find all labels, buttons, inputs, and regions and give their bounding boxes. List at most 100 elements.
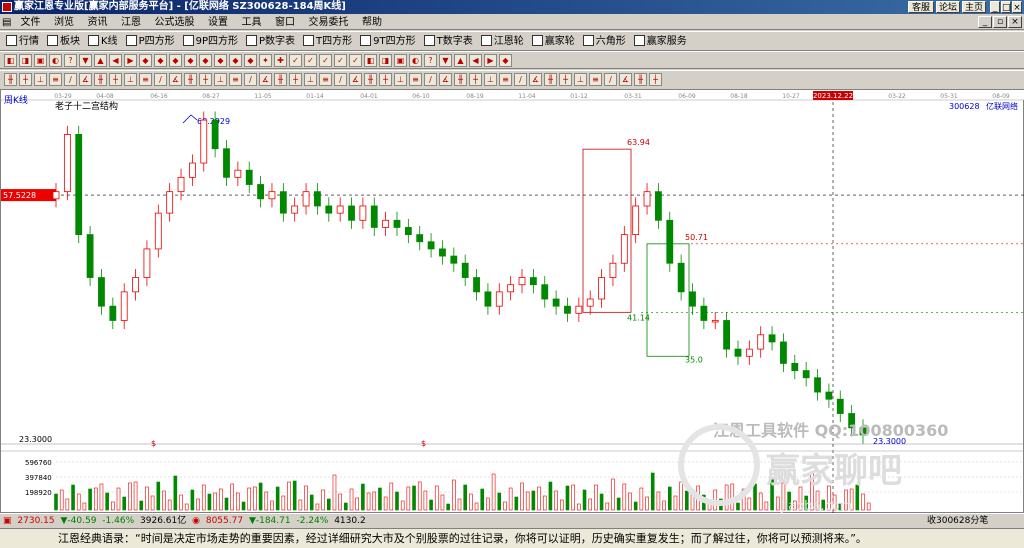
- analysis-tool-icon[interactable]: ≡: [589, 73, 602, 86]
- draw-tool-icon[interactable]: ◆: [229, 54, 242, 67]
- draw-tool-icon[interactable]: ▲: [94, 54, 107, 67]
- tool-wheel[interactable]: 江恩轮: [479, 33, 526, 50]
- analysis-tool-icon[interactable]: ≡: [229, 73, 242, 86]
- analysis-tool-icon[interactable]: ∕: [334, 73, 347, 86]
- child-restore-icon[interactable]: ▫: [993, 16, 1007, 28]
- tool-square-p[interactable]: P四方形: [124, 33, 177, 50]
- draw-tool-icon[interactable]: ◆: [499, 54, 512, 67]
- menu-info[interactable]: 资讯: [83, 15, 113, 31]
- analysis-tool-icon[interactable]: ⊥: [34, 73, 47, 86]
- close-icon[interactable]: ×: [1012, 1, 1022, 13]
- draw-tool-icon[interactable]: ◧: [4, 54, 17, 67]
- candlestick-chart[interactable]: 03-29 04-08 06-16 08-27 11-05 01-14 04-01 06-10…: [1, 90, 1024, 514]
- analysis-tool-icon[interactable]: ∕: [424, 73, 437, 86]
- analysis-tool-icon[interactable]: ⊥: [394, 73, 407, 86]
- service-button[interactable]: 客服: [908, 1, 934, 13]
- analysis-tool-icon[interactable]: ╫: [364, 73, 377, 86]
- menu-trade[interactable]: 交易委托: [304, 15, 354, 31]
- draw-tool-icon[interactable]: ▲: [454, 54, 467, 67]
- analysis-tool-icon[interactable]: ╫: [274, 73, 287, 86]
- analysis-tool-icon[interactable]: ╫: [454, 73, 467, 86]
- draw-tool-icon[interactable]: ◀: [469, 54, 482, 67]
- analysis-tool-icon[interactable]: ≡: [409, 73, 422, 86]
- maximize-icon[interactable]: □: [1001, 1, 1011, 13]
- analysis-tool-icon[interactable]: ┼: [559, 73, 572, 86]
- menu-browse[interactable]: 浏览: [49, 15, 79, 31]
- forum-button[interactable]: 论坛: [936, 1, 960, 13]
- draw-tool-icon[interactable]: ◆: [184, 54, 197, 67]
- draw-tool-icon[interactable]: ✓: [304, 54, 317, 67]
- analysis-tool-icon[interactable]: ╫: [184, 73, 197, 86]
- analysis-tool-icon[interactable]: ∡: [439, 73, 452, 86]
- analysis-tool-icon[interactable]: ⊥: [124, 73, 137, 86]
- draw-tool-icon[interactable]: ✓: [349, 54, 362, 67]
- analysis-tool-icon[interactable]: ∡: [529, 73, 542, 86]
- analysis-tool-icon[interactable]: ∡: [79, 73, 92, 86]
- tool-table-t[interactable]: T数字表: [422, 33, 475, 50]
- analysis-tool-icon[interactable]: ≡: [49, 73, 62, 86]
- analysis-tool-icon[interactable]: ┼: [289, 73, 302, 86]
- draw-tool-icon[interactable]: ◐: [49, 54, 62, 67]
- tool-square-9p[interactable]: 9P四方形: [181, 33, 240, 50]
- menu-formula[interactable]: 公式选股: [150, 15, 200, 31]
- tool-table-p[interactable]: P数字表: [244, 33, 297, 50]
- tool-hexagon[interactable]: 六角形: [581, 33, 628, 50]
- draw-tool-icon[interactable]: ◧: [364, 54, 377, 67]
- home-button[interactable]: 主页: [962, 1, 986, 13]
- draw-tool-icon[interactable]: ▼: [79, 54, 92, 67]
- menu-tools[interactable]: 工具: [237, 15, 267, 31]
- minimize-icon[interactable]: _: [990, 1, 1000, 13]
- analysis-tool-icon[interactable]: ╫: [94, 73, 107, 86]
- analysis-tool-icon[interactable]: ╫: [4, 73, 17, 86]
- analysis-tool-icon[interactable]: ≡: [499, 73, 512, 86]
- draw-tool-icon[interactable]: ▣: [34, 54, 47, 67]
- draw-tool-icon[interactable]: ◆: [154, 54, 167, 67]
- tool-square-9t[interactable]: 9T四方形: [358, 33, 417, 50]
- analysis-tool-icon[interactable]: ┼: [109, 73, 122, 86]
- analysis-tool-icon[interactable]: ┼: [19, 73, 32, 86]
- draw-tool-icon[interactable]: ◆: [169, 54, 182, 67]
- tool-blocks[interactable]: 板块: [45, 33, 82, 50]
- analysis-tool-icon[interactable]: ∕: [64, 73, 77, 86]
- draw-tool-icon[interactable]: ✓: [289, 54, 302, 67]
- analysis-tool-icon[interactable]: ∡: [259, 73, 272, 86]
- analysis-tool-icon[interactable]: ≡: [139, 73, 152, 86]
- draw-tool-icon[interactable]: ✓: [334, 54, 347, 67]
- tool-wheel2[interactable]: 赢家轮: [530, 33, 577, 50]
- menu-gann[interactable]: 江恩: [116, 15, 146, 31]
- analysis-tool-icon[interactable]: ┼: [469, 73, 482, 86]
- analysis-tool-icon[interactable]: ∕: [604, 73, 617, 86]
- draw-tool-icon[interactable]: ▶: [484, 54, 497, 67]
- analysis-tool-icon[interactable]: ╫: [634, 73, 647, 86]
- analysis-tool-icon[interactable]: ⊥: [484, 73, 497, 86]
- analysis-tool-icon[interactable]: ∕: [244, 73, 257, 86]
- menu-window[interactable]: 窗口: [270, 15, 300, 31]
- draw-tool-icon[interactable]: ▼: [439, 54, 452, 67]
- analysis-tool-icon[interactable]: ╫: [544, 73, 557, 86]
- draw-tool-icon[interactable]: ◨: [19, 54, 32, 67]
- draw-tool-icon[interactable]: ✓: [319, 54, 332, 67]
- analysis-tool-icon[interactable]: ┼: [649, 73, 662, 86]
- draw-tool-icon[interactable]: ◐: [409, 54, 422, 67]
- document-icon[interactable]: ▤: [0, 15, 12, 31]
- draw-tool-icon[interactable]: ◨: [379, 54, 392, 67]
- draw-tool-icon[interactable]: ▣: [394, 54, 407, 67]
- draw-tool-icon[interactable]: ◆: [139, 54, 152, 67]
- analysis-tool-icon[interactable]: ∡: [619, 73, 632, 86]
- menu-help[interactable]: 帮助: [357, 15, 387, 31]
- analysis-tool-icon[interactable]: ≡: [319, 73, 332, 86]
- draw-tool-icon[interactable]: ?: [64, 54, 77, 67]
- tool-candlestick[interactable]: K线: [86, 33, 120, 50]
- menu-file[interactable]: 文件: [16, 15, 46, 31]
- draw-tool-icon[interactable]: ◆: [214, 54, 227, 67]
- draw-tool-icon[interactable]: ?: [424, 54, 437, 67]
- tool-service[interactable]: 赢家服务: [632, 33, 689, 50]
- tool-square-t[interactable]: T四方形: [301, 33, 354, 50]
- analysis-tool-icon[interactable]: ⊥: [214, 73, 227, 86]
- analysis-tool-icon[interactable]: ⊥: [304, 73, 317, 86]
- analysis-tool-icon[interactable]: ┼: [379, 73, 392, 86]
- analysis-tool-icon[interactable]: ∡: [169, 73, 182, 86]
- menu-settings[interactable]: 设置: [203, 15, 233, 31]
- tool-grid[interactable]: 行情: [4, 33, 41, 50]
- child-close-icon[interactable]: ×: [1008, 16, 1022, 28]
